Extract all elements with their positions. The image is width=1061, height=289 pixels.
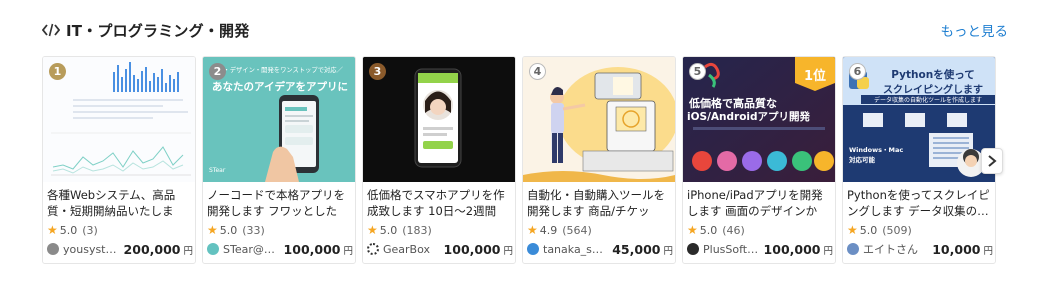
rating-value: 5.0 [59, 223, 78, 237]
seller-row: tanaka_s_… 45,000 円 [527, 241, 673, 257]
star-icon: ★ [207, 223, 218, 237]
thumb-caption-2: スクレイピングします [883, 85, 983, 96]
price: 10,000 円 [932, 242, 993, 257]
thumb-logo: STear [209, 167, 226, 174]
price-value: 10,000 [932, 241, 981, 257]
rank-badge: 3 [369, 63, 386, 80]
star-icon: ★ [847, 223, 858, 237]
price-value: 100,000 [283, 241, 341, 257]
card-title[interactable]: 低価格でスマホアプリを作成致します 10日〜2週間程… [367, 188, 513, 219]
seller-row: STear@ア… 100,000円 [207, 241, 353, 257]
gear-icon [367, 243, 379, 255]
thumb-caption-main: あなたのアイデアをアプリに [212, 81, 348, 93]
rating: ★ 5.0 (183) [367, 223, 432, 237]
card-title[interactable]: 各種Webシステム、高品質・短期開納品いたします… [47, 188, 193, 219]
price-value: 45,000 [612, 241, 661, 257]
avatar [527, 243, 539, 255]
rating: ★ 5.0 (509) [847, 223, 912, 237]
price: 100,000 円 [444, 242, 513, 257]
avatar [847, 243, 859, 255]
seller-name[interactable]: STear@ア… [223, 241, 280, 257]
price: 45,000 円 [612, 242, 673, 257]
card-title[interactable]: ノーコードで本格アプリを開発します フワッとした構… [207, 188, 353, 219]
chevron-right-icon [987, 152, 997, 171]
seller-name[interactable]: PlusSoftw… [703, 243, 760, 256]
currency-label: 円 [503, 245, 513, 257]
rating-value: 5.0 [699, 223, 718, 237]
service-card[interactable]: 4 自動化・自動購入ツールを開発します 商品/チケット/… ★ 4.9 (564… [522, 56, 676, 264]
rank-badge: 4 [529, 63, 546, 80]
rating-count: (46) [722, 223, 745, 237]
section-header: IT・プログラミング・開発 もっと見る [42, 18, 1008, 42]
rating-value: 4.9 [539, 223, 558, 237]
rating-value: 5.0 [219, 223, 238, 237]
section-title: IT・プログラミング・開発 [66, 21, 250, 40]
code-icon [42, 21, 60, 39]
seller-row: エイトさん 10,000 円 [847, 241, 993, 257]
service-card-list: 1 各種Webシステム、高品質・短期開納品いたします… ★ 5.0 (3) yo… [42, 56, 996, 264]
card-title[interactable]: Pythonを使ってスクレイピングします データ収集の… [847, 188, 993, 219]
thumb-caption-2: iOS/Androidアプリ開発 [687, 111, 811, 123]
rating-value: 5.0 [379, 223, 398, 237]
seller-name[interactable]: tanaka_s_… [543, 243, 608, 256]
carousel-next-button[interactable] [981, 148, 1003, 174]
avatar [207, 243, 219, 255]
rank-badge: 2 [209, 63, 226, 80]
service-card[interactable]: Pythonを使って スクレイピングします データ収集の自動化ツールを作成します… [842, 56, 996, 264]
price: 100,000 円 [764, 242, 833, 257]
service-card[interactable]: 3 低価格でスマホアプリを作成致します 10日〜2週間程… ★ 5.0 (183… [362, 56, 516, 264]
card-thumbnail [363, 57, 515, 182]
rank-badge: 1 [49, 63, 66, 80]
rank-badge: 5 [689, 63, 706, 80]
avatar [687, 243, 699, 255]
seller-row: GearBox 100,000 円 [367, 241, 513, 257]
rating: ★ 4.9 (564) [527, 223, 592, 237]
thumb-caption-sub: データ収集の自動化ツールを作成します [861, 95, 995, 104]
service-card[interactable]: 画・デザイン・開発をワンストップで対応／ あなたのアイデアをアプリに STear… [202, 56, 356, 264]
rating: ★ 5.0 (33) [207, 223, 265, 237]
rating-count: (183) [402, 223, 432, 237]
section-title-group: IT・プログラミング・開発 [42, 20, 249, 41]
rating: ★ 5.0 (3) [47, 223, 98, 237]
star-icon: ★ [527, 223, 538, 237]
thumb-rank-badge: 1位 [803, 69, 827, 84]
star-icon: ★ [47, 223, 58, 237]
seller-row: yousystem 200,000 円 [47, 241, 193, 257]
currency-label: 円 [343, 245, 353, 257]
price-value: 100,000 [443, 241, 501, 257]
service-card[interactable]: 1 各種Webシステム、高品質・短期開納品いたします… ★ 5.0 (3) yo… [42, 56, 196, 264]
star-icon: ★ [367, 223, 378, 237]
rating-value: 5.0 [859, 223, 878, 237]
rank-badge: 6 [849, 63, 866, 80]
price-value: 100,000 [763, 241, 821, 257]
card-thumbnail [523, 57, 675, 182]
thumb-caption-tag: Windows・Mac対応可能 [849, 146, 904, 164]
card-thumbnail [43, 57, 195, 182]
rating-count: (564) [562, 223, 592, 237]
rating-count: (3) [82, 223, 98, 237]
seller-name[interactable]: yousystem [63, 243, 120, 256]
currency-label: 円 [983, 245, 993, 257]
star-icon: ★ [687, 223, 698, 237]
rating: ★ 5.0 (46) [687, 223, 745, 237]
seller-name[interactable]: GearBox [383, 243, 440, 256]
currency-label: 円 [183, 245, 193, 257]
price: 100,000 円 [284, 242, 353, 257]
currency-label: 円 [823, 245, 833, 257]
rating-count: (509) [882, 223, 912, 237]
seller-name[interactable]: エイトさん [863, 241, 928, 257]
service-card[interactable]: 1位 低価格で高品質な iOS/Androidアプリ開発 5 iPhone/iP… [682, 56, 836, 264]
avatar [47, 243, 59, 255]
card-title[interactable]: 自動化・自動購入ツールを開発します 商品/チケット/… [527, 188, 673, 219]
card-title[interactable]: iPhone/iPadアプリを開発します 画面のデザインから… [687, 188, 833, 219]
card-thumbnail [203, 57, 355, 182]
price: 200,000 円 [124, 242, 193, 257]
rating-count: (33) [242, 223, 265, 237]
currency-label: 円 [663, 245, 673, 257]
price-value: 200,000 [123, 241, 181, 257]
thumb-caption-top: 画・デザイン・開発をワンストップで対応／ [217, 67, 343, 74]
seller-row: PlusSoftw… 100,000円 [687, 241, 833, 257]
see-more-link[interactable]: もっと見る [941, 20, 1009, 40]
thumb-caption-1: Pythonを使って [891, 69, 975, 81]
